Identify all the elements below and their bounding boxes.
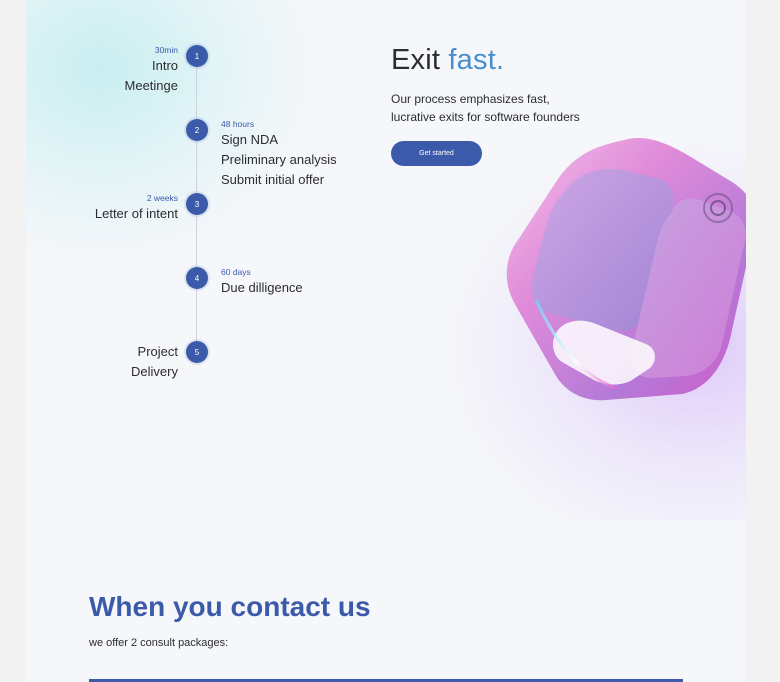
step-3-text: 2 weeks Letter of intent — [95, 192, 178, 224]
step-marker-1: 1 — [186, 45, 208, 67]
contact-section-title: When you contact us — [89, 591, 371, 622]
step-marker-5: 5 — [186, 341, 208, 363]
step-marker-4: 4 — [186, 267, 208, 289]
step-2-title: Sign NDA Preliminary analysis Submit ini… — [221, 132, 337, 187]
step-1-duration: 30min — [154, 45, 178, 55]
contact-section-subtitle: we offer 2 consult packages: — [89, 637, 229, 649]
iridescent-cube-image — [506, 137, 746, 401]
hero-title: Exit fast. — [391, 44, 504, 77]
hero-title-plain: Exit — [391, 44, 449, 76]
step-marker-3: 3 — [186, 193, 208, 215]
step-3-duration: 2 weeks — [146, 193, 178, 203]
step-2-duration: 48 hours — [221, 119, 255, 129]
step-1-title: Intro Meetinge — [124, 58, 178, 93]
step-4-title: Due dilligence — [221, 280, 303, 295]
step-5-title: Project Delivery — [131, 344, 178, 379]
step-4-duration: 60 days — [221, 267, 251, 277]
step-5-text: Project Delivery — [131, 342, 178, 382]
get-started-button[interactable]: Get started — [391, 141, 482, 166]
step-4-text: 60 days Due dilligence — [221, 266, 303, 298]
step-3-title: Letter of intent — [94, 206, 178, 221]
step-2-text: 48 hours Sign NDA Preliminary analysis S… — [221, 118, 337, 190]
step-1-text: 30min Intro Meetinge — [125, 44, 178, 96]
page-panel: 1 30min Intro Meetinge 2 48 hours Sign N… — [26, 0, 746, 682]
step-marker-2: 2 — [186, 119, 208, 141]
hero-title-accent: fast. — [448, 44, 505, 76]
hero-subtitle: Our process emphasizes fast, lucrative e… — [391, 92, 580, 124]
